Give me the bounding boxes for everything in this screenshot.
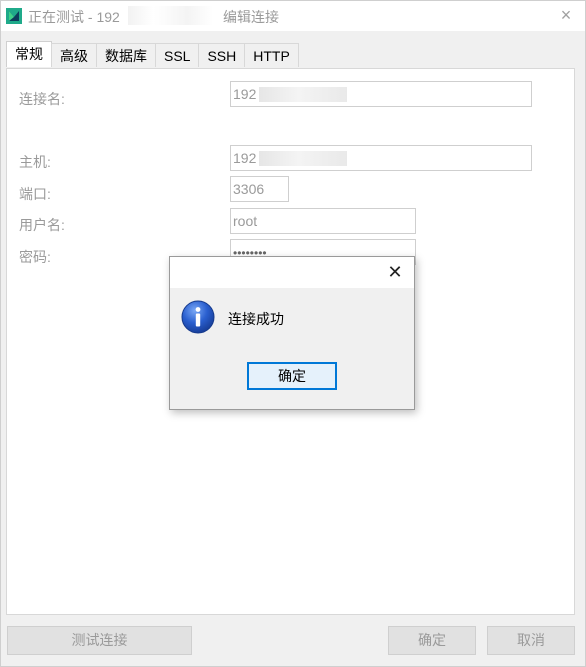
port-value: 3306 (233, 181, 265, 197)
window-close-icon[interactable]: × (554, 3, 578, 27)
host-input[interactable]: 192 (230, 145, 532, 171)
test-connection-button[interactable]: 测试连接 (7, 626, 192, 655)
edit-connection-window: 正在测试 - 192 编辑连接 × 常规 高级 数据库 SSL SSH HTTP… (0, 0, 586, 667)
host-label: 主机: (19, 154, 51, 170)
tab-advanced[interactable]: 高级 (51, 43, 97, 67)
window-title: 正在测试 - 192 (28, 9, 120, 25)
tab-http[interactable]: HTTP (244, 43, 299, 67)
cancel-button[interactable]: 取消 (487, 626, 575, 655)
redacted-area (259, 87, 347, 102)
window-title-suffix: 编辑连接 (223, 9, 279, 25)
username-input[interactable]: root (230, 208, 416, 234)
password-label: 密码: (19, 249, 51, 265)
username-label: 用户名: (19, 217, 65, 233)
dialog-title-bar: ✕ (170, 257, 414, 288)
connection-name-input[interactable]: 192 (230, 81, 532, 107)
tab-ssl[interactable]: SSL (155, 43, 200, 67)
navicat-logo-icon (6, 8, 22, 24)
redacted-area (128, 6, 213, 25)
dialog-body: 连接成功 确定 (170, 288, 414, 409)
ok-button[interactable]: 确定 (388, 626, 476, 655)
connection-name-value: 192 (233, 86, 257, 102)
port-label: 端口: (19, 186, 51, 202)
connection-name-label: 连接名: (19, 91, 65, 107)
dialog-ok-button[interactable]: 确定 (247, 362, 337, 390)
username-value: root (233, 213, 258, 229)
tab-database[interactable]: 数据库 (96, 43, 156, 67)
dialog-close-icon[interactable]: ✕ (384, 260, 406, 284)
host-value: 192 (233, 150, 257, 166)
tab-ssh[interactable]: SSH (198, 43, 246, 67)
tab-bar: 常规 高级 数据库 SSL SSH HTTP (6, 41, 299, 68)
connection-success-dialog: ✕ 连接成功 确定 (169, 256, 415, 410)
port-input[interactable]: 3306 (230, 176, 289, 202)
info-icon (180, 299, 216, 335)
redacted-area (259, 151, 347, 166)
dialog-message: 连接成功 (228, 311, 284, 327)
title-bar: 正在测试 - 192 编辑连接 × (1, 1, 585, 31)
tab-general[interactable]: 常规 (6, 41, 52, 67)
